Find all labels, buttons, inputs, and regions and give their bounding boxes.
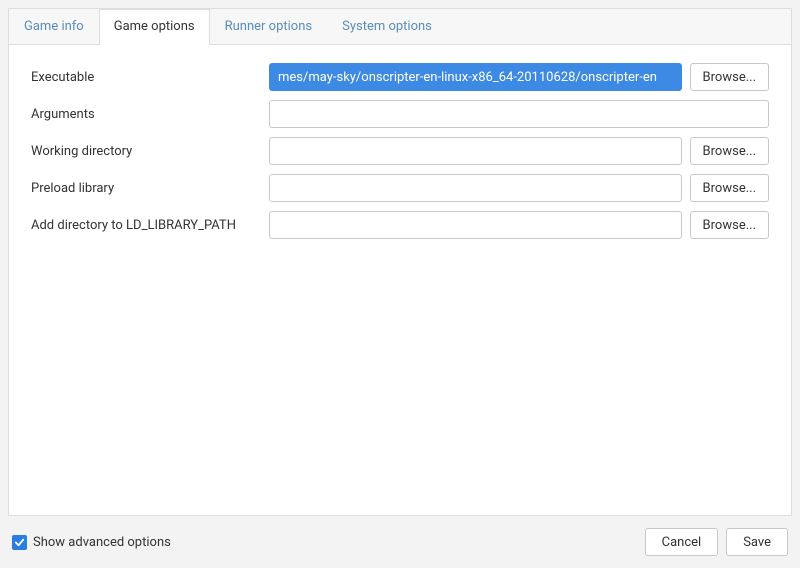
show-advanced-checkbox[interactable] <box>12 535 27 550</box>
browse-ld-library-path-button[interactable]: Browse... <box>690 211 769 239</box>
tab-game-options[interactable]: Game options <box>99 9 210 45</box>
row-executable: Executable Browse... <box>31 63 769 91</box>
label-executable: Executable <box>31 70 261 85</box>
row-preload-library: Preload library Browse... <box>31 174 769 202</box>
row-working-directory: Working directory Browse... <box>31 137 769 165</box>
input-executable[interactable] <box>269 63 682 91</box>
label-working-directory: Working directory <box>31 144 261 159</box>
tab-runner-options[interactable]: Runner options <box>210 9 328 44</box>
input-ld-library-path[interactable] <box>269 211 682 239</box>
input-preload-library[interactable] <box>269 174 682 202</box>
tabs-bar: Game info Game options Runner options Sy… <box>9 9 791 45</box>
check-icon <box>14 537 25 548</box>
content-panel: Game info Game options Runner options Sy… <box>8 8 792 516</box>
footer: Show advanced options Cancel Save <box>8 516 792 560</box>
show-advanced-label[interactable]: Show advanced options <box>33 535 171 550</box>
browse-working-directory-button[interactable]: Browse... <box>690 137 769 165</box>
input-working-directory[interactable] <box>269 137 682 165</box>
cancel-button[interactable]: Cancel <box>645 528 719 556</box>
browse-executable-button[interactable]: Browse... <box>690 63 769 91</box>
row-ld-library-path: Add directory to LD_LIBRARY_PATH Browse.… <box>31 211 769 239</box>
save-button[interactable]: Save <box>726 528 788 556</box>
label-preload-library: Preload library <box>31 181 261 196</box>
input-arguments[interactable] <box>269 100 769 128</box>
label-ld-library-path: Add directory to LD_LIBRARY_PATH <box>31 218 261 233</box>
form-area: Executable Browse... Arguments Working d… <box>9 45 791 515</box>
tab-system-options[interactable]: System options <box>327 9 447 44</box>
label-arguments: Arguments <box>31 107 261 122</box>
footer-left: Show advanced options <box>12 535 637 550</box>
tab-game-info[interactable]: Game info <box>9 9 99 44</box>
window: Game info Game options Runner options Sy… <box>0 0 800 568</box>
row-arguments: Arguments <box>31 100 769 128</box>
browse-preload-library-button[interactable]: Browse... <box>690 174 769 202</box>
